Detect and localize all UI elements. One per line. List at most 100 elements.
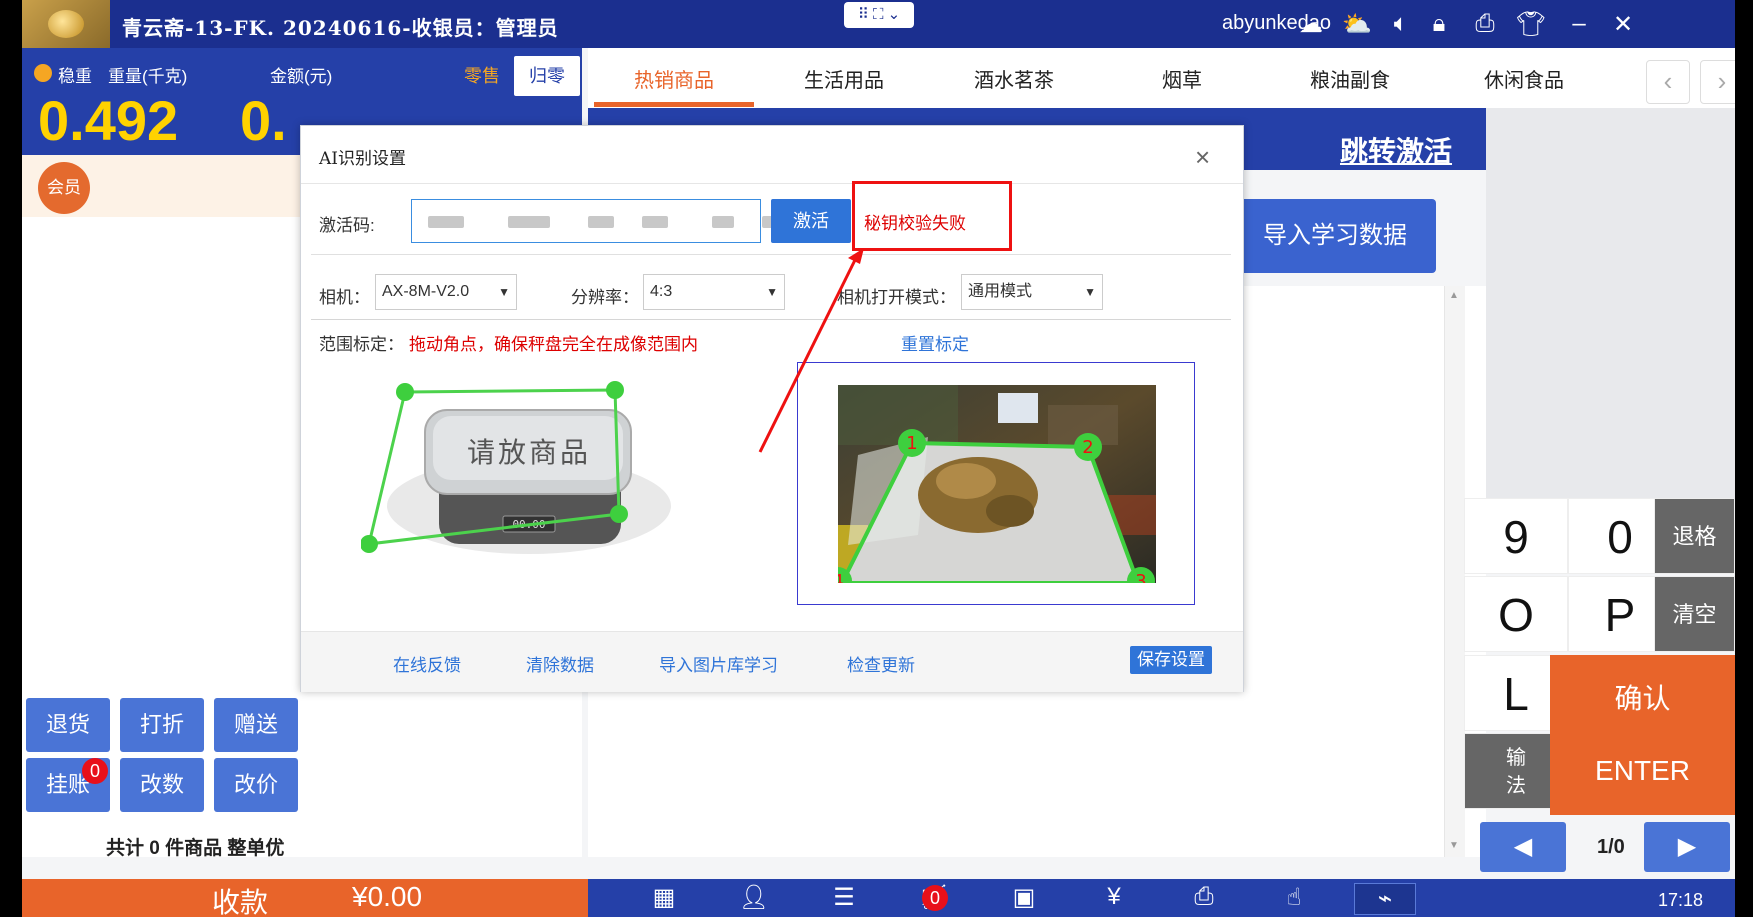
activation-code-label: 激活码: bbox=[319, 216, 375, 235]
gift-button[interactable]: 赠送 bbox=[214, 698, 298, 752]
open-mode-label: 相机打开模式： bbox=[837, 288, 956, 307]
corner-label: 2 bbox=[1082, 437, 1093, 458]
divider bbox=[311, 319, 1231, 320]
import-gallery-link[interactable]: 导入图片库学习 bbox=[659, 651, 778, 676]
category-bar: 热销商品 生活用品 酒水茗茶 烟草 粮油副食 休闲食品 ‹ › bbox=[588, 48, 1735, 109]
key-o[interactable]: O bbox=[1464, 576, 1568, 652]
view-controls[interactable]: ⠿ ⛶ ⌄ bbox=[844, 2, 914, 28]
key-9[interactable]: 9 bbox=[1464, 498, 1568, 574]
import-learning-button[interactable]: 导入学习数据 bbox=[1234, 199, 1436, 273]
chevron-down-icon: ▼ bbox=[498, 285, 510, 299]
shirt-icon[interactable]: 👕︎ bbox=[1514, 10, 1548, 39]
pos-app: 青云斋-13-FK. 20240616-收银员：管理员 ⠿ ⛶ ⌄ abyunk… bbox=[22, 0, 1735, 917]
scale-placeholder-text: 请放商品 bbox=[467, 436, 591, 469]
discount-button[interactable]: 打折 bbox=[120, 698, 204, 752]
reset-calibration-link[interactable]: 重置标定 bbox=[901, 330, 969, 355]
cart-summary: 共计 0 件商品 整单优 bbox=[106, 838, 285, 859]
backspace-key[interactable]: 退格 bbox=[1654, 498, 1735, 574]
pay-label: 收款 bbox=[212, 887, 269, 917]
bottom-toolbar: ▦ 👤︎ ☰ 🛒︎ ▣ ¥ ⎙ ☝ ⌁ bbox=[588, 879, 1735, 917]
calibration-handle[interactable] bbox=[361, 535, 378, 553]
return-button[interactable]: 退货 bbox=[26, 698, 110, 752]
calibration-handle[interactable] bbox=[606, 381, 624, 399]
cart-count-badge: 0 bbox=[922, 885, 948, 911]
sort-icon[interactable]: ☰ bbox=[814, 883, 874, 912]
confirm-enter-key[interactable]: 确认 ENTER bbox=[1550, 655, 1735, 815]
amount-label: 金额(元) bbox=[270, 67, 333, 86]
user-icon[interactable]: 👤︎ bbox=[724, 883, 784, 912]
check-update-link[interactable]: 检查更新 bbox=[847, 651, 915, 676]
modify-price-button[interactable]: 改价 bbox=[214, 758, 298, 812]
activate-button[interactable]: 激活 bbox=[771, 199, 851, 243]
close-icon[interactable]: ✕ bbox=[1606, 10, 1640, 39]
dialog-close-button[interactable]: × bbox=[1195, 142, 1210, 173]
dialog-title: AI识别设置 bbox=[319, 149, 406, 169]
range-calibration-label: 范围标定： bbox=[319, 335, 404, 354]
ai-settings-dialog: AI识别设置 × 激活码: H 激活 秘钥校验失败 相机： AX-8M-V2.0… bbox=[300, 125, 1244, 692]
modify-qty-button[interactable]: 改数 bbox=[120, 758, 204, 812]
page-prev-button[interactable]: ◀ bbox=[1480, 822, 1566, 872]
active-tab-indicator bbox=[594, 102, 754, 107]
category-prev-button[interactable]: ‹ bbox=[1646, 60, 1690, 104]
category-next-button[interactable]: › bbox=[1700, 60, 1735, 104]
category-tab-drinks[interactable]: 酒水茗茶 bbox=[934, 64, 1094, 93]
chevron-down-icon: ▼ bbox=[766, 285, 778, 299]
category-tab-hot[interactable]: 热销商品 bbox=[594, 64, 754, 93]
stable-indicator-icon bbox=[34, 64, 52, 82]
cloud-icon[interactable]: ☁ bbox=[1294, 10, 1328, 39]
divider bbox=[311, 254, 1231, 255]
open-mode-value: 通用模式 bbox=[968, 283, 1033, 300]
print-icon[interactable]: ⎙ bbox=[1174, 883, 1234, 911]
lock-icon[interactable]: 🔒︎ bbox=[1422, 10, 1456, 38]
hold-count-badge: 0 bbox=[82, 758, 108, 784]
pay-button[interactable]: 收款 ¥0.00 bbox=[22, 879, 588, 917]
touch-icon[interactable]: ☝ bbox=[1264, 883, 1324, 912]
ai-icon[interactable]: ⌁ bbox=[1354, 883, 1416, 915]
category-tab-grain-oil[interactable]: 粮油副食 bbox=[1270, 64, 1430, 93]
minimize-icon[interactable]: – bbox=[1562, 10, 1596, 38]
confirm-label: 确认 bbox=[1614, 683, 1671, 714]
cloud-sync-icon[interactable]: ⛅ bbox=[1340, 10, 1374, 39]
range-calibration-hint: 拖动角点，确保秤盘完全在成像范围内 bbox=[409, 335, 698, 354]
online-feedback-link[interactable]: 在线反馈 bbox=[393, 651, 461, 676]
jump-activate-link[interactable]: 跳转激活 bbox=[1340, 130, 1452, 170]
zero-button[interactable]: 归零 bbox=[514, 56, 580, 96]
page-indicator: 1/0 bbox=[1597, 836, 1625, 858]
camera-select[interactable]: AX-8M-V2.0 ▼ bbox=[375, 274, 517, 310]
app-logo bbox=[22, 0, 110, 48]
member-button[interactable]: 会员 bbox=[38, 162, 90, 214]
calibration-handle[interactable] bbox=[610, 505, 628, 523]
corner-label: 4 bbox=[838, 571, 844, 583]
resolution-select[interactable]: 4:3 ▼ bbox=[643, 274, 785, 310]
camera-preview[interactable]: 1 2 3 4 bbox=[838, 385, 1156, 583]
cash-icon[interactable]: ¥ bbox=[1084, 883, 1144, 911]
pay-amount: ¥0.00 bbox=[352, 881, 423, 912]
box-icon[interactable]: ▣ bbox=[994, 883, 1054, 912]
app-title: 青云斋-13-FK. 20240616-收银员：管理员 bbox=[122, 16, 559, 40]
calibration-handle[interactable] bbox=[396, 383, 414, 401]
clear-key[interactable]: 清空 bbox=[1654, 576, 1735, 652]
title-bar: 青云斋-13-FK. 20240616-收银员：管理员 ⠿ ⛶ ⌄ abyunk… bbox=[22, 0, 1735, 48]
clear-data-link[interactable]: 清除数据 bbox=[526, 651, 594, 676]
page-next-button[interactable]: ▶ bbox=[1644, 822, 1730, 872]
chevron-down-icon: ▼ bbox=[1084, 285, 1096, 299]
activation-code-input[interactable]: H bbox=[411, 199, 806, 243]
category-tab-snacks[interactable]: 休闲食品 bbox=[1444, 64, 1604, 93]
key-verification-error: 秘钥校验失败 bbox=[864, 214, 966, 233]
clock: 17:18 bbox=[1658, 890, 1704, 910]
grid-icon[interactable]: ▦ bbox=[634, 883, 694, 912]
right-side-panel bbox=[1486, 108, 1735, 498]
product-scrollbar[interactable]: ▲ ▼ bbox=[1444, 286, 1465, 857]
weight-value: 0.492 bbox=[38, 89, 179, 152]
resolution-value: 4:3 bbox=[650, 283, 673, 300]
volume-icon[interactable]: 🔈︎ bbox=[1384, 10, 1418, 38]
printer-off-icon[interactable]: ⎙ bbox=[1468, 10, 1502, 38]
stable-label: 稳重 bbox=[58, 67, 92, 86]
save-settings-button[interactable]: 保存设置 bbox=[1130, 646, 1212, 674]
category-tab-tobacco[interactable]: 烟草 bbox=[1102, 64, 1262, 93]
scale-illustration[interactable]: 请放商品 00.00 bbox=[361, 366, 701, 596]
category-tab-daily[interactable]: 生活用品 bbox=[764, 64, 924, 93]
open-mode-select[interactable]: 通用模式 ▼ bbox=[961, 274, 1103, 310]
camera-label: 相机： bbox=[319, 288, 370, 307]
divider bbox=[301, 183, 1243, 184]
